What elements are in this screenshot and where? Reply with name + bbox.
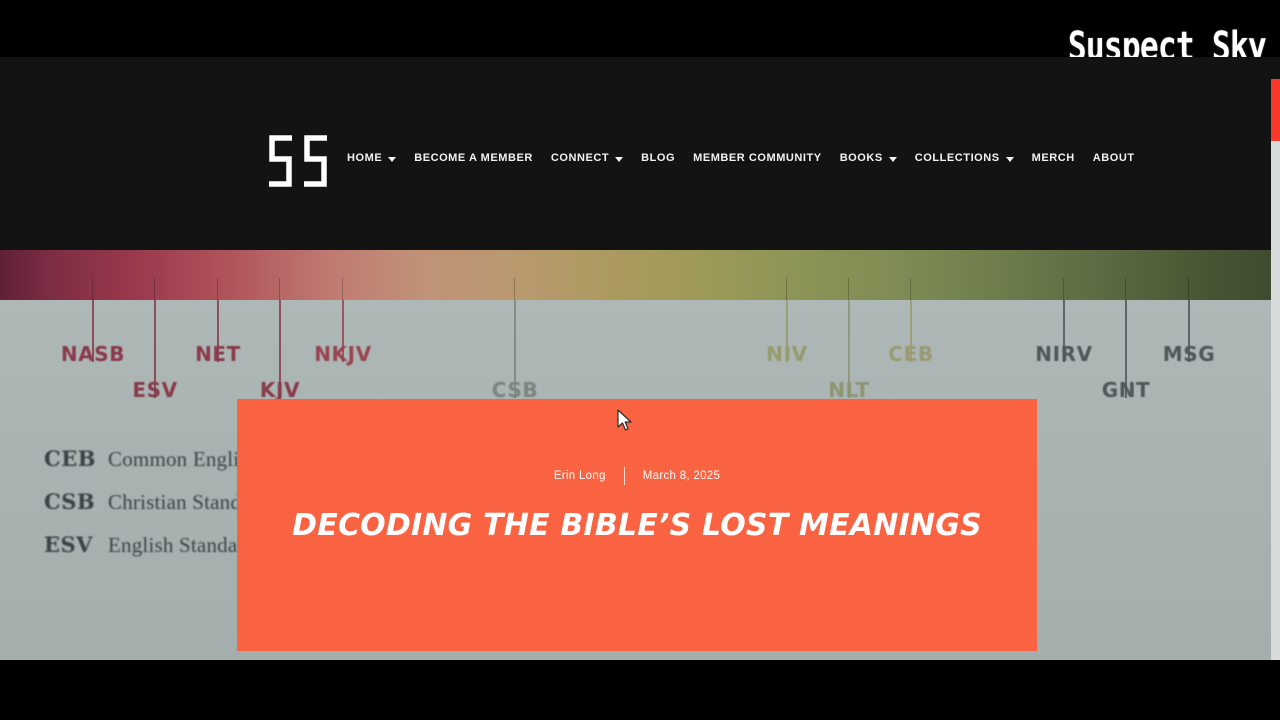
mouse-cursor	[617, 409, 632, 431]
nav-label: BECOME A MEMBER	[414, 152, 533, 164]
nav-label: MEMBER COMMUNITY	[693, 152, 822, 164]
article-title: Decoding the Bible’s Lost Meanings	[292, 508, 982, 543]
nav-label: CONNECT	[550, 152, 610, 164]
article-meta: Erin Long March 8, 2025	[237, 467, 1037, 485]
article-hero-card: Erin Long March 8, 2025 Decoding the Bib…	[237, 399, 1037, 651]
scrollbar-track[interactable]	[1271, 140, 1280, 660]
nav-label: ABOUT	[1092, 152, 1135, 164]
chevron-down-icon	[888, 156, 897, 162]
scrollbar-thumb[interactable]	[1271, 79, 1280, 141]
nav-item-home[interactable]: HOME	[347, 151, 405, 165]
chevron-down-icon	[1005, 156, 1014, 162]
scale-label: NIRV	[1035, 342, 1093, 366]
nav-item-books[interactable]: BOOKS	[840, 151, 906, 165]
site-header: HOME BECOME A MEMBER CONNECT BLOG MEMBER…	[0, 57, 1280, 250]
nav-label: COLLECTIONS	[914, 152, 1000, 164]
scale-label: CEB	[888, 342, 934, 366]
scale-label: NIV	[766, 342, 808, 366]
scale-label: MSG	[1162, 342, 1216, 366]
legend-abbreviation: CEB	[44, 446, 96, 471]
gradient-tick-extensions	[0, 250, 1280, 300]
nav-item-member-community[interactable]: MEMBER COMMUNITY	[693, 151, 831, 165]
article-date: March 8, 2025	[642, 470, 721, 482]
scale-label: NKJV	[314, 342, 372, 366]
nav-item-connect[interactable]: CONNECT	[551, 151, 632, 165]
nav-label: BLOG	[641, 152, 676, 164]
browser-screenshot: Suspect Sky HOME BECOME A MEMBER CONNECT	[0, 0, 1280, 720]
bottom-letterbox	[0, 660, 1280, 720]
scale-label: NET	[195, 342, 241, 366]
scale-label: ESV	[132, 378, 178, 402]
nav-label: MERCH	[1031, 152, 1075, 164]
legend-abbreviation: CSB	[44, 489, 96, 514]
nav-item-blog[interactable]: BLOG	[641, 151, 684, 165]
nav-label: HOME	[347, 152, 383, 164]
ss-logo[interactable]	[266, 135, 330, 187]
nav-item-become-a-member[interactable]: BECOME A MEMBER	[414, 151, 542, 165]
nav-item-about[interactable]: ABOUT	[1093, 151, 1135, 165]
nav-item-collections[interactable]: COLLECTIONS	[915, 151, 1023, 165]
scale-label: GNT	[1101, 378, 1151, 402]
legend-abbreviation: ESV	[44, 532, 93, 557]
article-author[interactable]: Erin Long	[536, 469, 624, 483]
main-navigation: HOME BECOME A MEMBER CONNECT BLOG MEMBER…	[347, 151, 1135, 165]
nav-item-merch[interactable]: MERCH	[1032, 151, 1084, 165]
chevron-down-icon	[388, 156, 397, 162]
nav-label: BOOKS	[839, 152, 883, 164]
scale-label: NASB	[60, 342, 126, 366]
chevron-down-icon	[615, 156, 624, 162]
